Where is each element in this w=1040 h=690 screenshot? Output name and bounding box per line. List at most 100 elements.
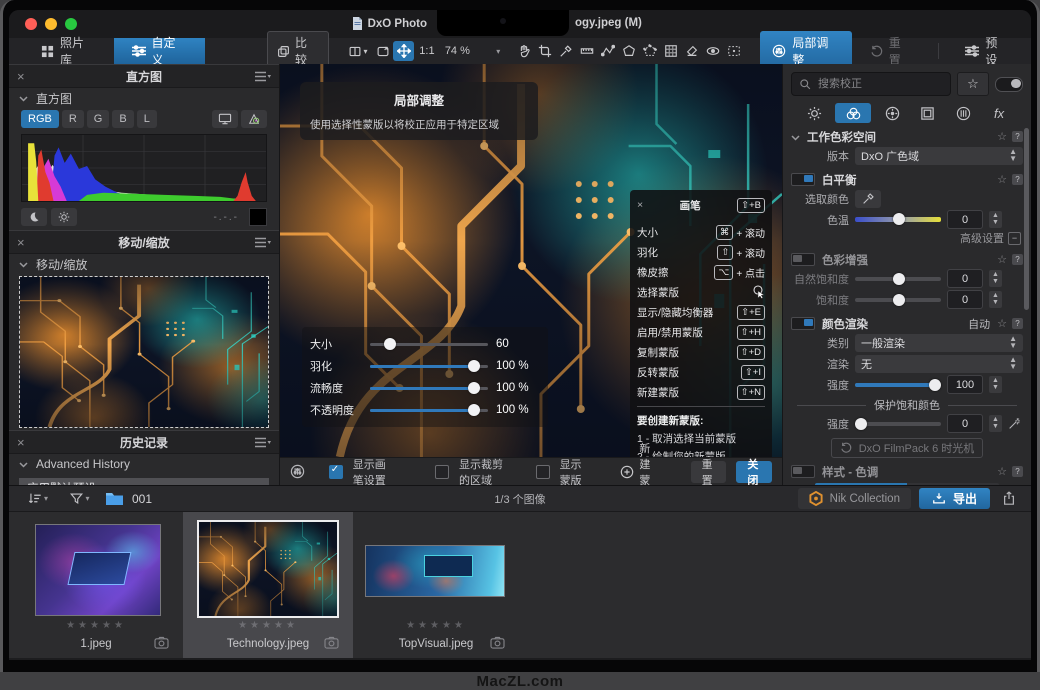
tab-photo-library[interactable]: 照片库 — [23, 38, 114, 64]
close-icon[interactable]: × — [17, 69, 33, 84]
selection-tool-icon[interactable] — [723, 41, 744, 61]
photo-canvas[interactable]: 局部调整 使用选择性蒙版以将校正应用于特定区域 × 画笔 ⇧+B 大小 ⌘+ 滚… — [280, 64, 782, 457]
white-balance-toggle[interactable] — [791, 173, 815, 186]
star-icon[interactable]: ☆ — [997, 465, 1007, 478]
vibrance-slider[interactable] — [855, 277, 941, 281]
menu-item-feather[interactable]: 羽化 ⇧+ 滚动 — [637, 242, 765, 262]
history-section-toggle[interactable]: Advanced History — [9, 454, 279, 474]
magic-wand-icon[interactable] — [1008, 417, 1021, 430]
vibrance-stepper[interactable]: ▲▼ — [989, 270, 1002, 287]
presets-button[interactable]: 预设 — [947, 38, 1031, 64]
protect-intensity-slider[interactable] — [855, 422, 941, 426]
menu-item-invert-mask[interactable]: 反转蒙版 ⇧+I — [637, 362, 765, 382]
menu-item-enable-mask[interactable]: 启用/禁用蒙版 ⇧+H — [637, 322, 765, 342]
help-icon[interactable]: ? — [1012, 466, 1023, 477]
filmstrip-item-3[interactable]: ★★★★★ TopVisual.jpeg — [353, 512, 519, 658]
filmstrip-item-2-selected[interactable]: ★★★★★ Technology.jpeg — [183, 512, 353, 658]
split-view-button[interactable]: ▾ — [343, 41, 373, 61]
panel-menu-icon[interactable] — [255, 437, 271, 448]
color-rendering-toggle[interactable] — [791, 317, 815, 330]
size-slider[interactable] — [370, 343, 488, 346]
eraser-tool-icon[interactable] — [681, 41, 702, 61]
close-window-button[interactable] — [25, 18, 37, 30]
crop-tool-icon[interactable] — [534, 41, 555, 61]
export-button[interactable]: 导出 — [919, 488, 990, 509]
hand-tool-icon[interactable] — [513, 41, 534, 61]
temperature-value[interactable]: 0 — [947, 210, 983, 229]
flow-slider[interactable] — [370, 387, 488, 390]
channel-r-button[interactable]: R — [62, 110, 84, 128]
feather-slider[interactable] — [370, 365, 488, 368]
tab-light-icon[interactable] — [800, 103, 830, 123]
thumbnail-image[interactable] — [365, 545, 505, 597]
star-icon[interactable]: ☆ — [997, 253, 1007, 266]
channel-rgb-button[interactable]: RGB — [21, 110, 59, 128]
histogram-section-toggle[interactable]: 直方图 — [9, 88, 279, 108]
channel-l-button[interactable]: L — [137, 110, 157, 128]
nik-collection-button[interactable]: Nik Collection — [798, 488, 911, 509]
right-panel-scrollbar[interactable] — [1024, 128, 1029, 310]
filmpack-button[interactable]: DxO FilmPack 6 时光机 — [831, 438, 983, 458]
help-icon[interactable]: ? — [1012, 131, 1023, 142]
show-brush-settings-checkbox[interactable] — [329, 465, 343, 479]
control-line-tool-icon[interactable] — [618, 41, 639, 61]
monitor-icon[interactable] — [212, 110, 238, 128]
star-icon[interactable]: ☆ — [997, 130, 1007, 143]
thumbnail-image[interactable] — [35, 524, 161, 616]
saturation-slider[interactable] — [855, 298, 941, 302]
opacity-slider[interactable] — [370, 409, 488, 412]
polygon-tool-icon[interactable] — [639, 41, 660, 61]
style-toning-header[interactable]: 样式 - 色调 ☆? — [783, 463, 1031, 480]
style-toning-toggle[interactable] — [791, 465, 815, 478]
help-icon[interactable]: ? — [1012, 174, 1023, 185]
zoom-window-button[interactable] — [65, 18, 77, 30]
version-select[interactable]: DxO 广色域▲▼ — [855, 147, 1023, 165]
rendering-select[interactable]: 无▲▼ — [855, 355, 1023, 373]
panel-menu-icon[interactable] — [255, 237, 271, 248]
star-rating[interactable]: ★★★★★ — [353, 620, 519, 631]
help-icon[interactable]: ? — [1012, 318, 1023, 329]
eye-tool-icon[interactable] — [702, 41, 723, 61]
star-rating[interactable]: ★★★★★ — [183, 620, 353, 631]
saturation-stepper[interactable]: ▲▼ — [989, 291, 1002, 308]
navigator-preview[interactable] — [19, 276, 269, 428]
thumbnail-image[interactable] — [197, 520, 339, 618]
show-mask-checkbox[interactable] — [536, 465, 550, 479]
tab-geometry-icon[interactable] — [913, 103, 943, 123]
search-input[interactable] — [816, 77, 943, 91]
filter-button[interactable]: ▾ — [63, 489, 97, 509]
close-icon[interactable]: × — [637, 199, 643, 211]
temperature-slider[interactable] — [855, 217, 941, 222]
color-enhancement-header[interactable]: 色彩增强 ☆? — [783, 251, 1031, 268]
navigator-section-toggle[interactable]: 移动/缩放 — [9, 254, 279, 274]
channel-g-button[interactable]: G — [87, 110, 110, 128]
reset-button[interactable]: 重置 — [852, 38, 931, 64]
saturation-value[interactable]: 0 — [947, 290, 983, 309]
show-cropped-area-checkbox[interactable] — [435, 465, 449, 479]
menu-item-duplicate-mask[interactable]: 复制蒙版 ⇧+D — [637, 342, 765, 362]
control-points-tool-icon[interactable] — [597, 41, 618, 61]
white-balance-header[interactable]: 白平衡 ☆? — [783, 171, 1031, 188]
help-icon[interactable]: ? — [1012, 254, 1023, 265]
filmstrip-item-1[interactable]: ★★★★★ 1.jpeg — [9, 512, 183, 658]
sort-button[interactable]: ▾ — [21, 489, 55, 509]
intensity-slider[interactable] — [855, 383, 941, 387]
protect-intensity-value[interactable]: 0 — [947, 414, 983, 433]
tab-color-icon[interactable] — [835, 103, 871, 123]
category-select[interactable]: 一般渲染▲▼ — [855, 334, 1023, 352]
pan-tool-button[interactable] — [393, 41, 414, 61]
new-mask-button[interactable]: 新建蒙版 — [609, 461, 670, 483]
tab-fx-icon[interactable]: fx — [984, 103, 1014, 123]
zoom-level-select[interactable]: 74 %▾ — [440, 41, 506, 61]
color-enhancement-toggle[interactable] — [791, 253, 815, 266]
straighten-tool-icon[interactable] — [576, 41, 597, 61]
channel-b-button[interactable]: B — [112, 110, 133, 128]
menu-item-toggle-equalizer[interactable]: 显示/隐藏均衡器 ⇧+E — [637, 302, 765, 322]
menu-item-size[interactable]: 大小 ⌘+ 滚动 — [637, 222, 765, 242]
corrections-toggle[interactable] — [995, 77, 1023, 92]
eyedropper-tool-icon[interactable] — [555, 41, 576, 61]
zoom-1to1-button[interactable]: 1:1 — [414, 41, 440, 61]
share-button[interactable] — [998, 489, 1019, 509]
advanced-settings-link[interactable]: 高级设置 − — [783, 230, 1031, 246]
star-rating[interactable]: ★★★★★ — [9, 620, 183, 631]
